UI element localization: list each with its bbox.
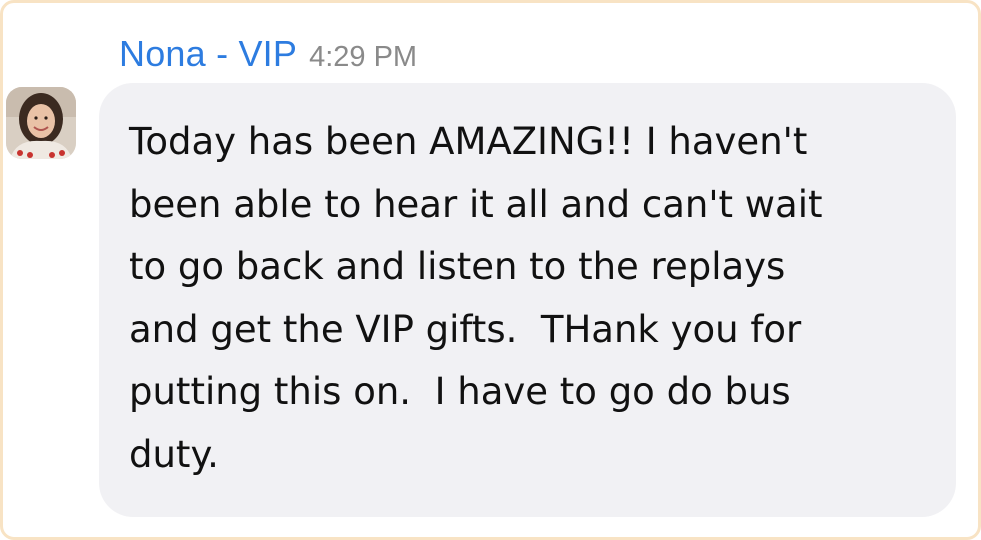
message-line: been able to hear it all and can't wait bbox=[129, 182, 823, 226]
message-line: and get the VIP gifts. THank you for bbox=[129, 307, 802, 351]
message-line: Today has been AMAZING!! I haven't bbox=[129, 120, 808, 163]
message-line: to go back and listen to the replays bbox=[129, 245, 786, 288]
message-header: Nona - VIP 4:29 PM bbox=[119, 33, 417, 81]
message-body: Today has been AMAZING!! I haven't been … bbox=[129, 111, 926, 486]
avatar[interactable] bbox=[6, 87, 76, 159]
message-line: putting this on. I have to go do bus bbox=[129, 370, 791, 413]
chat-message-card: Nona - VIP 4:29 PM Today has been AMAZIN… bbox=[0, 0, 981, 540]
user-avatar-icon bbox=[6, 87, 76, 159]
message-timestamp: 4:29 PM bbox=[309, 41, 418, 73]
sender-name[interactable]: Nona - VIP bbox=[119, 33, 297, 75]
message-bubble[interactable]: Today has been AMAZING!! I haven't been … bbox=[99, 83, 956, 517]
message-line: duty. bbox=[129, 432, 219, 476]
